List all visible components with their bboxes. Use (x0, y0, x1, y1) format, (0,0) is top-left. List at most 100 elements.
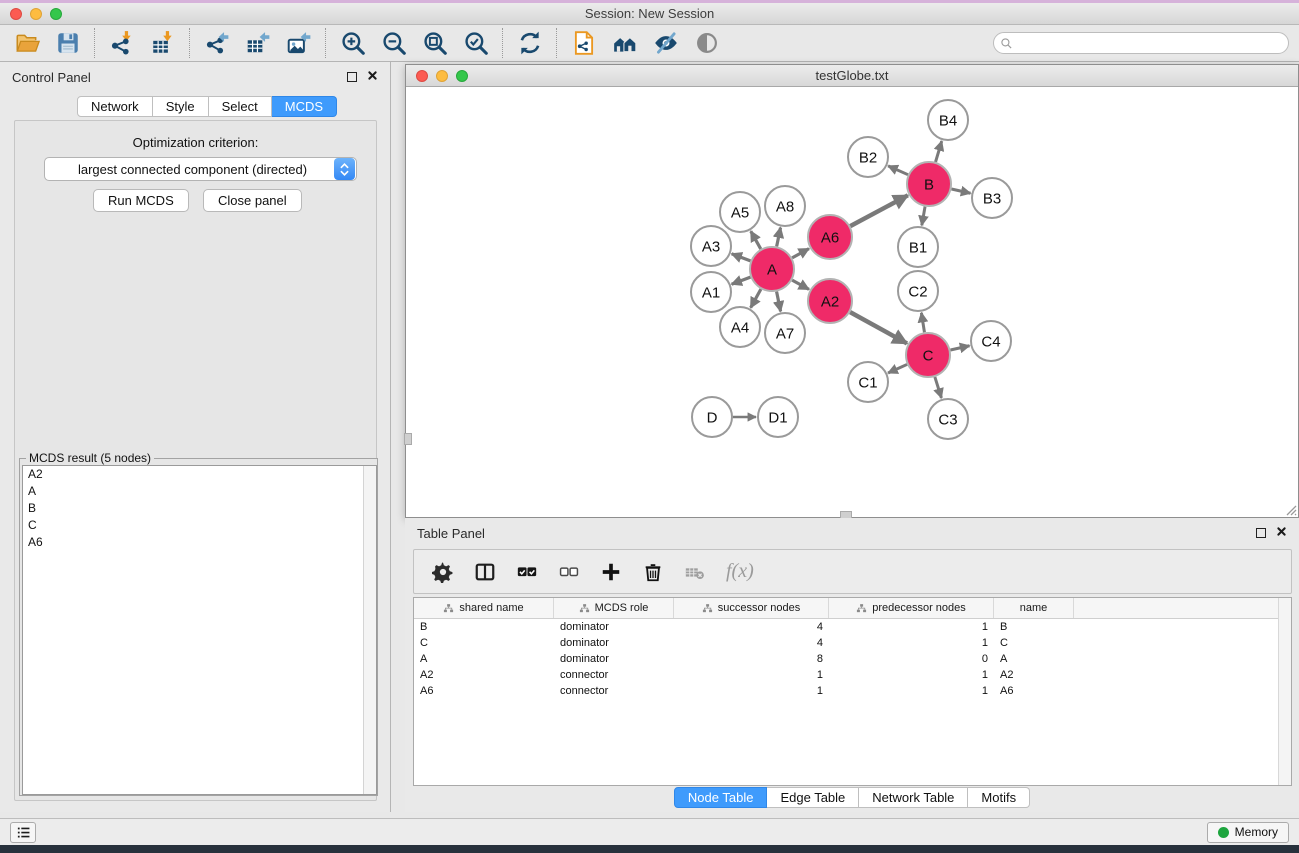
node-A2[interactable]: A2 (808, 279, 852, 323)
table-cell[interactable]: B (414, 621, 554, 633)
table-cell[interactable]: A6 (414, 685, 554, 697)
edge-A6-B[interactable] (850, 195, 908, 226)
import-network-icon[interactable] (108, 30, 135, 57)
edge-A2-C[interactable] (850, 312, 907, 343)
table-cell[interactable]: dominator (554, 637, 674, 649)
table-cell[interactable]: C (994, 637, 1074, 649)
float-table-panel-icon[interactable] (1256, 528, 1266, 538)
node-B3[interactable]: B3 (972, 178, 1012, 218)
show-graphics-icon[interactable] (693, 30, 720, 57)
node-A6[interactable]: A6 (808, 215, 852, 259)
import-table-icon[interactable] (149, 30, 176, 57)
edge-A-A2[interactable] (792, 280, 809, 289)
result-item[interactable]: A2 (23, 466, 376, 483)
export-image-icon[interactable] (285, 30, 312, 57)
open-file-icon[interactable] (13, 30, 40, 57)
table-cell[interactable]: 8 (674, 653, 829, 665)
node-A5[interactable]: A5 (720, 192, 760, 232)
table-cell[interactable]: 1 (829, 685, 994, 697)
node-C2[interactable]: C2 (898, 271, 938, 311)
tab-mcds[interactable]: MCDS (272, 96, 337, 117)
add-column-icon[interactable] (600, 561, 622, 583)
tab-network[interactable]: Network (77, 96, 153, 117)
table-cell[interactable]: B (994, 621, 1074, 633)
node-B2[interactable]: B2 (848, 137, 888, 177)
run-mcds-button[interactable]: Run MCDS (93, 189, 189, 212)
node-A3[interactable]: A3 (691, 226, 731, 266)
zoom-selected-icon[interactable] (462, 30, 489, 57)
refresh-icon[interactable] (516, 30, 543, 57)
column-header-successor-nodes[interactable]: successor nodes (674, 598, 829, 618)
node-A4[interactable]: A4 (720, 307, 760, 347)
tab-node-table[interactable]: Node Table (674, 787, 768, 808)
edge-A-A3[interactable] (732, 254, 751, 261)
column-header-shared-name[interactable]: shared name (414, 598, 554, 618)
app-titlebar[interactable]: Session: New Session (0, 3, 1299, 25)
edge-A-A5[interactable] (751, 231, 761, 249)
edge-A-A4[interactable] (751, 289, 761, 308)
copy-style-icon[interactable] (570, 30, 597, 57)
export-network-icon[interactable] (203, 30, 230, 57)
float-panel-icon[interactable] (347, 72, 357, 82)
result-item[interactable]: A (23, 483, 376, 500)
tab-motifs[interactable]: Motifs (968, 787, 1030, 808)
tab-network-table[interactable]: Network Table (859, 787, 968, 808)
column-header-MCDS-role[interactable]: MCDS role (554, 598, 674, 618)
result-item[interactable]: C (23, 517, 376, 534)
node-C1[interactable]: C1 (848, 362, 888, 402)
result-item[interactable]: B (23, 500, 376, 517)
node-C3[interactable]: C3 (928, 399, 968, 439)
table-cell[interactable]: connector (554, 685, 674, 697)
table-cell[interactable]: 1 (829, 669, 994, 681)
table-cell[interactable]: 0 (829, 653, 994, 665)
table-scrollbar[interactable] (1278, 598, 1291, 785)
table-cell[interactable]: A (994, 653, 1074, 665)
select-all-icon[interactable] (516, 561, 538, 583)
search-text-field[interactable] (1013, 34, 1288, 52)
node-A[interactable]: A (750, 247, 794, 291)
table-cell[interactable]: 4 (674, 637, 829, 649)
edge-C-C2[interactable] (921, 313, 924, 333)
result-item[interactable]: A6 (23, 534, 376, 551)
tab-style[interactable]: Style (153, 96, 209, 117)
network-canvas[interactable]: B4B2BB3A5A8A6B1A3AC2A1A2A4A7C4CC1C3DD1 (406, 87, 1298, 517)
delete-icon[interactable] (642, 561, 664, 583)
table-row[interactable]: Adominator80A (414, 651, 1291, 667)
table-cell[interactable]: 4 (674, 621, 829, 633)
table-row[interactable]: Bdominator41B (414, 619, 1291, 635)
search-input[interactable] (993, 32, 1289, 54)
node-D[interactable]: D (692, 397, 732, 437)
table-cell[interactable]: 1 (829, 637, 994, 649)
table-cell[interactable]: A2 (994, 669, 1074, 681)
edge-B-B1[interactable] (922, 207, 925, 226)
table-cell[interactable]: A (414, 653, 554, 665)
table-cell[interactable]: C (414, 637, 554, 649)
network-window-titlebar[interactable]: testGlobe.txt (406, 65, 1298, 87)
edge-C-C3[interactable] (935, 377, 942, 398)
table-row[interactable]: Cdominator41C (414, 635, 1291, 651)
mcds-result-list[interactable]: A2ABCA6 (22, 465, 377, 795)
table-cell[interactable]: 1 (829, 621, 994, 633)
tab-edge-table[interactable]: Edge Table (767, 787, 859, 808)
edge-C-C4[interactable] (950, 346, 969, 350)
split-columns-icon[interactable] (474, 561, 496, 583)
column-header-predecessor-nodes[interactable]: predecessor nodes (829, 598, 994, 618)
zoom-in-icon[interactable] (339, 30, 366, 57)
edge-C-C1[interactable] (888, 364, 907, 373)
deselect-all-icon[interactable] (558, 561, 580, 583)
close-table-panel-icon[interactable] (1276, 524, 1287, 542)
node-table[interactable]: shared nameMCDS rolesuccessor nodesprede… (413, 597, 1292, 786)
tab-select[interactable]: Select (209, 96, 272, 117)
zoom-out-icon[interactable] (380, 30, 407, 57)
table-cell[interactable]: 1 (674, 669, 829, 681)
column-header-name[interactable]: name (994, 598, 1074, 618)
table-cell[interactable]: A6 (994, 685, 1074, 697)
first-neighbors-icon[interactable] (611, 30, 638, 57)
table-cell[interactable]: dominator (554, 653, 674, 665)
splitter-handle-vertical[interactable] (404, 433, 412, 445)
edge-B-B3[interactable] (951, 189, 970, 193)
edge-B-B2[interactable] (888, 166, 908, 175)
gear-icon[interactable] (432, 561, 454, 583)
edge-A-A6[interactable] (792, 249, 809, 258)
show-panels-button[interactable] (10, 822, 36, 843)
